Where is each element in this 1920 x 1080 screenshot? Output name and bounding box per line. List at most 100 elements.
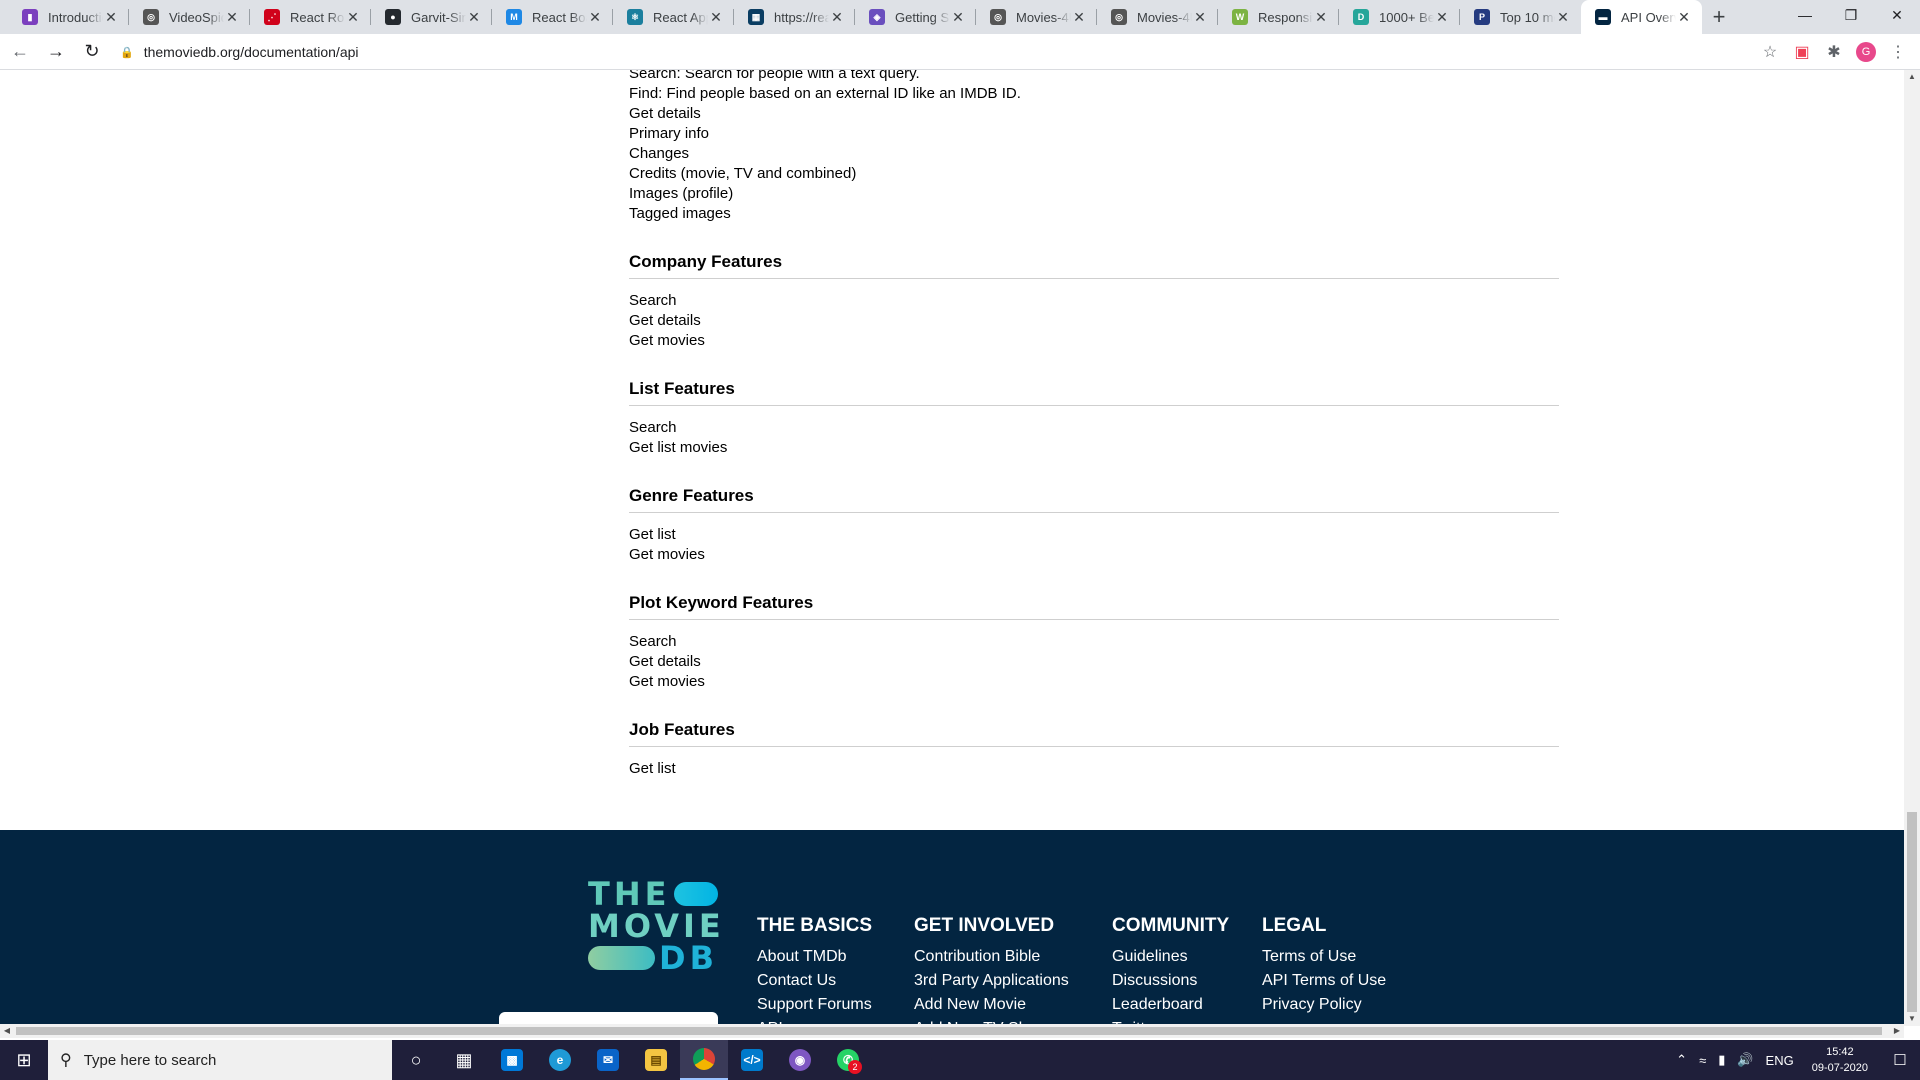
- footer-link[interactable]: Terms of Use: [1262, 945, 1386, 969]
- back-button[interactable]: ←: [4, 36, 36, 68]
- battery-icon[interactable]: ▮: [1712, 1052, 1731, 1068]
- store-icon[interactable]: ▩: [488, 1040, 536, 1080]
- pocket-extension-icon[interactable]: ▣: [1786, 38, 1818, 66]
- browser-tab[interactable]: ◎ Movies-4U✕: [1097, 0, 1218, 34]
- chevron-up-icon[interactable]: ⌃: [1670, 1052, 1693, 1068]
- tab-close-icon[interactable]: ✕: [587, 9, 603, 26]
- tab-close-icon[interactable]: ✕: [103, 9, 119, 26]
- browser-tab[interactable]: M React Board✕: [492, 0, 613, 34]
- vertical-scrollbar[interactable]: ▲ ▼: [1904, 70, 1920, 1026]
- minimize-button[interactable]: —: [1782, 0, 1828, 30]
- browser-tab[interactable]: ▬ API Overview✕: [1581, 0, 1702, 34]
- tab-title: React App: [653, 9, 708, 25]
- browser-tab[interactable]: P Top 10 most✕: [1460, 0, 1581, 34]
- windows-taskbar: ⊞ ⚲ Type here to search ○ ▦ ▩ e ✉ ▤ </> …: [0, 1040, 1920, 1080]
- tab-close-icon[interactable]: ✕: [708, 9, 724, 26]
- horizontal-scrollbar[interactable]: ◀ ▶: [0, 1024, 1904, 1038]
- tab-close-icon[interactable]: ✕: [224, 9, 240, 26]
- section-heading: Company Features: [629, 252, 783, 271]
- tab-close-icon[interactable]: ✕: [1192, 9, 1208, 26]
- browser-tab[interactable]: W Responsive✕: [1218, 0, 1339, 34]
- tab-favicon-icon: ◈: [869, 9, 885, 25]
- logo-word-db: DB: [659, 939, 718, 977]
- windows-start-icon[interactable]: ⊞: [0, 1040, 48, 1080]
- footer-link[interactable]: Guidelines: [1112, 945, 1229, 969]
- screen-recorder-icon[interactable]: ◉: [776, 1040, 824, 1080]
- browser-tab[interactable]: ◈ Getting Started✕: [855, 0, 976, 34]
- whatsapp-icon[interactable]: ✆ 2: [824, 1040, 872, 1080]
- browser-tab[interactable]: ⚛ React App ✕: [613, 0, 734, 34]
- tab-title: React Router: [290, 9, 345, 25]
- cortana-icon[interactable]: ○: [392, 1040, 440, 1080]
- task-view-icon[interactable]: ▦: [440, 1040, 488, 1080]
- browser-tab[interactable]: ◎ VideoSpider✕: [129, 0, 250, 34]
- footer-link[interactable]: Contact Us: [757, 969, 872, 993]
- browser-tab[interactable]: D 1000+ Best✕: [1339, 0, 1460, 34]
- scroll-down-arrow-icon[interactable]: ▼: [1904, 1012, 1920, 1026]
- network-icon[interactable]: ≈: [1693, 1053, 1712, 1068]
- api-docs-content: Search: Search for people with a text qu…: [629, 70, 1559, 779]
- tab-title: Introductio: [48, 9, 103, 25]
- volume-icon[interactable]: 🔊: [1731, 1052, 1759, 1068]
- footer-link[interactable]: About TMDb: [757, 945, 872, 969]
- mail-icon[interactable]: ✉: [584, 1040, 632, 1080]
- extensions-puzzle-icon[interactable]: ✱: [1818, 38, 1850, 66]
- scroll-left-arrow-icon[interactable]: ◀: [0, 1024, 14, 1038]
- vscode-icon[interactable]: </>: [728, 1040, 776, 1080]
- bookmark-star-icon[interactable]: ☆: [1754, 38, 1786, 66]
- menu-kebab-icon[interactable]: ⋮: [1882, 38, 1914, 66]
- footer-column: COMMUNITY Guidelines Discussions Leaderboar…: [1112, 915, 1229, 1026]
- footer-link[interactable]: Contribution Bible: [914, 945, 1069, 969]
- footer-link[interactable]: Discussions: [1112, 969, 1229, 993]
- browser-tab[interactable]: ▮ Introductio ✕: [8, 0, 129, 34]
- footer-link[interactable]: Add New Movie: [914, 993, 1069, 1017]
- footer-link[interactable]: Privacy Policy: [1262, 993, 1386, 1017]
- file-explorer-icon[interactable]: ▤: [632, 1040, 680, 1080]
- clock[interactable]: 15:42 09-07-2020: [1800, 1044, 1880, 1076]
- feature-section: Genre Features Get list Get movies: [629, 484, 1559, 565]
- tab-close-icon[interactable]: ✕: [1071, 9, 1087, 26]
- footer-link[interactable]: API Terms of Use: [1262, 969, 1386, 993]
- tab-close-icon[interactable]: ✕: [1434, 9, 1450, 26]
- notification-center-icon[interactable]: ☐: [1880, 1051, 1920, 1069]
- tab-close-icon[interactable]: ✕: [466, 9, 482, 26]
- footer-link[interactable]: Leaderboard: [1112, 993, 1229, 1017]
- edge-icon[interactable]: e: [536, 1040, 584, 1080]
- maximize-button[interactable]: ❐: [1828, 0, 1874, 30]
- tab-close-icon[interactable]: ✕: [1555, 9, 1571, 26]
- tab-close-icon[interactable]: ✕: [1313, 9, 1329, 26]
- scroll-right-arrow-icon[interactable]: ▶: [1890, 1024, 1904, 1038]
- logo-word-the: THE: [588, 875, 671, 913]
- feature-item: Search: [629, 292, 677, 309]
- language-indicator[interactable]: ENG: [1760, 1053, 1800, 1068]
- tab-title: Movies-4U: [1137, 9, 1192, 25]
- chrome-icon[interactable]: [680, 1040, 728, 1080]
- scroll-up-arrow-icon[interactable]: ▲: [1904, 70, 1920, 84]
- tab-close-icon[interactable]: ✕: [345, 9, 361, 26]
- tab-close-icon[interactable]: ✕: [829, 9, 845, 26]
- tab-close-icon[interactable]: ✕: [950, 9, 966, 26]
- reload-button[interactable]: ↻: [76, 36, 108, 68]
- toolbar-actions: ☆ ▣ ✱ G ⋮: [1754, 38, 1914, 66]
- footer-link[interactable]: 3rd Party Applications: [914, 969, 1069, 993]
- profile-avatar[interactable]: G: [1856, 42, 1876, 62]
- footer-link[interactable]: Support Forums: [757, 993, 872, 1017]
- browser-tab[interactable]: ⋰ React Router✕: [250, 0, 371, 34]
- browser-tab[interactable]: ● Garvit-Singh✕: [371, 0, 492, 34]
- whatsapp-badge: 2: [848, 1060, 862, 1074]
- vertical-scroll-thumb[interactable]: [1907, 812, 1917, 1012]
- browser-tab[interactable]: ▦ https://react✕: [734, 0, 855, 34]
- horizontal-scroll-thumb[interactable]: [16, 1027, 1882, 1035]
- tab-title: Getting Started: [895, 9, 950, 25]
- forward-button[interactable]: →: [40, 36, 72, 68]
- address-bar[interactable]: 🔒 themoviedb.org/documentation/api: [108, 37, 1768, 67]
- tab-list: ▮Introductio✕◎VideoSpider✕⋰React Router✕…: [0, 0, 1702, 34]
- feature-item: Tagged images: [629, 205, 731, 222]
- tmdb-logo[interactable]: THE MOVIE DB: [588, 875, 721, 977]
- close-window-button[interactable]: ✕: [1874, 0, 1920, 30]
- feature-item: Get list movies: [629, 439, 728, 456]
- browser-tab[interactable]: ◎ Movies-4U✕: [976, 0, 1097, 34]
- taskbar-search-box[interactable]: ⚲ Type here to search: [48, 1040, 392, 1080]
- new-tab-button[interactable]: +: [1702, 0, 1736, 34]
- tab-close-icon[interactable]: ✕: [1676, 9, 1692, 26]
